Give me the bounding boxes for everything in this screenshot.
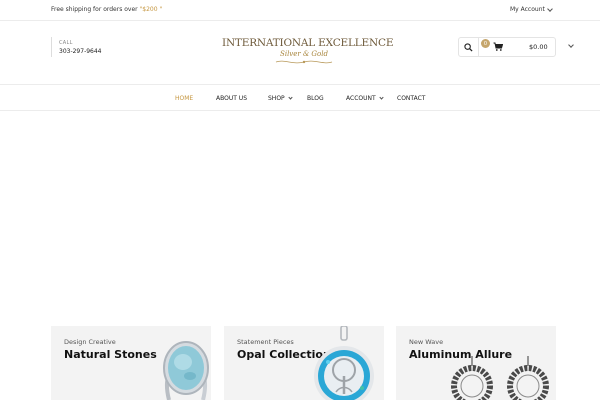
cart-total: $0.00 — [529, 43, 548, 51]
collection-subtitle: Design Creative — [64, 338, 116, 346]
collection-card-opal[interactable]: Statement Pieces Opal Collection — [224, 326, 384, 400]
cart-icon — [493, 42, 503, 51]
collection-title: Natural Stones — [64, 348, 157, 361]
free-shipping-notice: Free shipping for orders over "$200 " — [51, 6, 162, 13]
cart-count-badge: 0 — [481, 39, 490, 48]
logo-line-2: Silver & Gold — [280, 50, 328, 58]
header-tools: 0 $0.00 — [458, 37, 574, 57]
logo-line-1: INTERNATIONAL EXCELLENCE — [222, 37, 394, 49]
cart-button[interactable]: 0 $0.00 — [479, 38, 574, 56]
collection-subtitle: New Wave — [409, 338, 444, 346]
chevron-down-icon — [288, 95, 293, 100]
nav-item-label: CONTACT — [397, 95, 426, 102]
nav-item-home[interactable]: HOME — [175, 95, 193, 102]
ring-image — [163, 341, 209, 400]
site-header: CALL 303-297-9644 INTERNATIONAL EXCELLEN… — [0, 21, 600, 85]
nav-item-shop[interactable]: SHOP — [268, 95, 293, 102]
nav-item-contact[interactable]: CONTACT — [397, 95, 425, 102]
pendant-image — [314, 326, 374, 400]
site-logo[interactable]: INTERNATIONAL EXCELLENCE Silver & Gold — [222, 37, 394, 69]
collection-subtitle: Statement Pieces — [237, 338, 294, 346]
main-nav: HOME ABOUT US SHOP BLOG ACCOUNT CONTACT — [0, 86, 600, 111]
search-button[interactable] — [459, 38, 479, 56]
earrings-image — [451, 356, 549, 400]
shipping-amount: "$200 " — [139, 6, 163, 13]
collection-card-aluminum[interactable]: New Wave Aluminum Allure — [396, 326, 556, 400]
nav-item-about-us[interactable]: ABOUT US — [216, 95, 247, 102]
nav-item-label: BLOG — [307, 95, 324, 102]
nav-item-account[interactable]: ACCOUNT — [346, 95, 384, 102]
nav-item-label: ABOUT US — [216, 95, 248, 102]
my-account-dropdown[interactable]: My Account — [510, 5, 553, 13]
my-account-label: My Account — [510, 6, 545, 13]
chevron-down-icon — [379, 95, 384, 100]
chevron-down-icon — [568, 42, 574, 48]
collection-card-natural-stones[interactable]: Design Creative Natural Stones — [51, 326, 211, 400]
nav-item-blog[interactable]: BLOG — [307, 95, 324, 102]
search-icon — [464, 42, 473, 52]
logo-ornament — [275, 60, 333, 64]
nav-item-label: ACCOUNT — [346, 95, 376, 102]
chevron-down-icon — [547, 5, 553, 12]
call-label: CALL — [59, 40, 73, 46]
hero-banner — [0, 112, 600, 322]
top-bar: Free shipping for orders over "$200 " My… — [0, 0, 600, 21]
phone-number[interactable]: 303-297-9644 — [59, 48, 102, 55]
nav-item-label: HOME — [175, 95, 194, 102]
nav-item-label: SHOP — [268, 95, 285, 102]
shipping-text: Free shipping for orders over — [51, 6, 140, 13]
call-info: CALL 303-297-9644 — [51, 37, 102, 57]
